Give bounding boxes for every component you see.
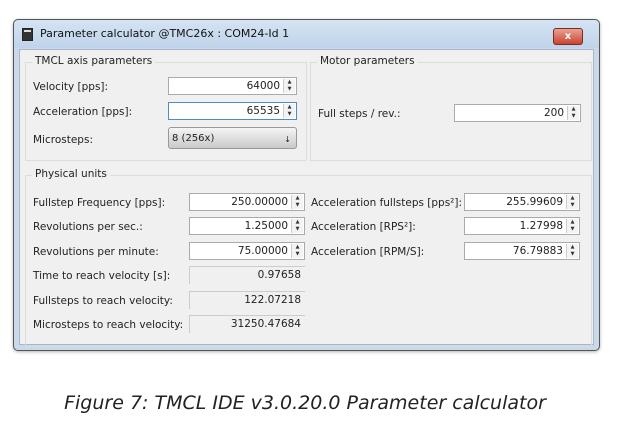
physical-row-value-2: 255.99609 xyxy=(506,196,563,208)
physical-row-label: Fullstep Frequency [pps]: xyxy=(33,197,166,209)
microsteps-dropdown[interactable]: 8 (256x) ↓ xyxy=(168,127,297,149)
physical-row-label: Revolutions per sec.: xyxy=(33,221,143,234)
spin-buttons[interactable]: ▲ ▼ xyxy=(291,195,303,209)
spin-buttons[interactable]: ▲ ▼ xyxy=(283,79,295,93)
spin-buttons[interactable]: ▲ ▼ xyxy=(283,104,295,118)
close-button[interactable]: x xyxy=(553,28,583,45)
spin-buttons[interactable]: ▲ ▼ xyxy=(291,243,303,258)
physical-row-label: Revolutions per minute: xyxy=(33,245,159,258)
chevron-down-icon: ↓ xyxy=(284,135,291,144)
physical-row-field: 0.97658 xyxy=(189,266,305,285)
physical-row-field[interactable]: 1.25000 ▲ ▼ xyxy=(189,217,305,236)
spin-buttons[interactable]: ▲ ▼ xyxy=(566,195,578,209)
group-title: Physical units xyxy=(32,168,110,180)
group-title: TMCL axis parameters xyxy=(32,55,156,67)
velocity-input[interactable]: 64000 ▲ ▼ xyxy=(168,77,297,95)
title-bar[interactable]: Parameter calculator @TMC26x : COM24-Id … xyxy=(14,20,599,48)
physical-row-field[interactable]: 250.00000 ▲ ▼ xyxy=(189,193,305,211)
tmcl-axis-parameters-group: TMCL axis parameters Velocity [pps]: 640… xyxy=(25,55,307,161)
physical-row-field-2[interactable]: 1.27998 ▲ ▼ xyxy=(464,217,580,236)
spin-buttons[interactable]: ▲ ▼ xyxy=(566,243,578,258)
full-steps-label: Full steps / rev.: xyxy=(318,108,401,120)
physical-row-value: 75.00000 xyxy=(237,244,288,257)
velocity-label: Velocity [pps]: xyxy=(33,81,109,93)
acceleration-input[interactable]: 65535 ▲ ▼ xyxy=(168,102,297,120)
physical-row-label: Time to reach velocity [s]: xyxy=(33,270,171,283)
microsteps-value: 8 (256x) xyxy=(172,133,215,144)
motor-parameters-group: Motor parameters Full steps / rev.: 200 ▲… xyxy=(310,55,592,161)
spin-buttons[interactable]: ▲ ▼ xyxy=(566,219,578,234)
physical-row-label-2: Acceleration [RPS²]: xyxy=(311,221,416,234)
physical-row-label: Microsteps to reach velocity: xyxy=(33,319,184,331)
spin-buttons[interactable]: ▲ ▼ xyxy=(567,106,579,120)
parameter-calculator-window: Parameter calculator @TMC26x : COM24-Id … xyxy=(13,19,600,351)
velocity-value: 64000 xyxy=(246,80,280,92)
physical-row-field[interactable]: 75.00000 ▲ ▼ xyxy=(189,241,305,260)
physical-row-field-2[interactable]: 76.79883 ▲ ▼ xyxy=(464,241,580,260)
full-steps-value: 200 xyxy=(543,107,564,119)
physical-row-label: Fullsteps to reach velocity: xyxy=(33,294,173,307)
physical-row-value-2: 1.27998 xyxy=(519,220,563,233)
figure-caption: Figure 7: TMCL IDE v3.0.20.0 Parameter c… xyxy=(64,392,546,414)
acceleration-value: 65535 xyxy=(246,105,280,117)
acceleration-label: Acceleration [pps]: xyxy=(33,106,133,118)
physical-row-value-2: 76.79883 xyxy=(512,244,563,257)
physical-row-value: 1.25000 xyxy=(244,220,288,233)
window-title: Parameter calculator @TMC26x : COM24-Id … xyxy=(40,27,290,40)
physical-row-value: 0.97658 xyxy=(257,269,301,282)
microsteps-label: Microsteps: xyxy=(33,134,93,146)
physical-units-group: Physical units Fullstep Frequency [pps]:… xyxy=(25,168,592,347)
physical-row-label-2: Acceleration [RPM/S]: xyxy=(311,245,425,258)
physical-row-value: 250.00000 xyxy=(231,196,288,208)
physical-row-field: 122.07218 xyxy=(189,290,305,309)
physical-row-label-2: Acceleration fullsteps [pps²]: xyxy=(311,197,463,209)
calculator-icon xyxy=(22,28,33,41)
physical-row-field-2[interactable]: 255.99609 ▲ ▼ xyxy=(464,193,580,211)
dialog-body: TMCL axis parameters Velocity [pps]: 640… xyxy=(19,49,594,347)
full-steps-input[interactable]: 200 ▲ ▼ xyxy=(454,104,581,122)
physical-row-value: 31250.47684 xyxy=(230,318,301,330)
physical-row-value: 122.07218 xyxy=(244,293,301,306)
physical-row-field: 31250.47684 xyxy=(189,315,305,333)
spin-buttons[interactable]: ▲ ▼ xyxy=(291,219,303,234)
group-title: Motor parameters xyxy=(317,55,418,67)
